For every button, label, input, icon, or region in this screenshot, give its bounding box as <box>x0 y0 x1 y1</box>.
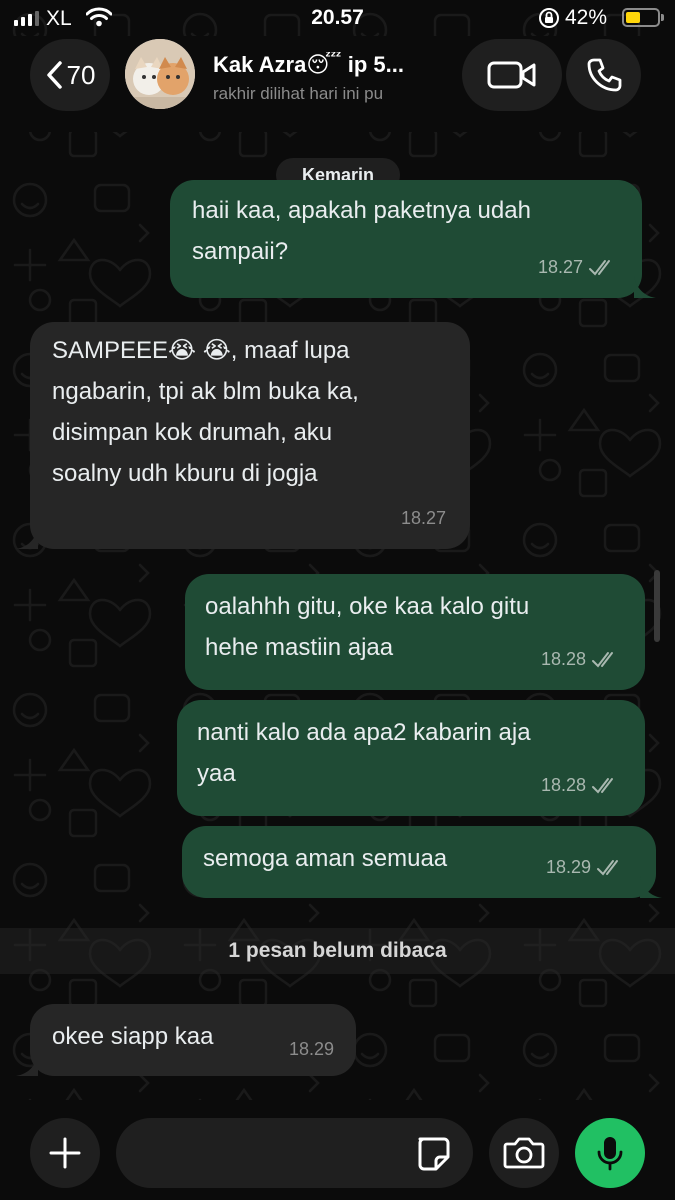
message-bubble-outgoing[interactable]: semoga aman semuaa 18.29 <box>182 826 662 898</box>
chevron-left-icon <box>46 61 62 89</box>
bubble-tail <box>634 276 656 298</box>
read-ticks-icon <box>597 859 618 876</box>
battery-percent: 42% <box>565 6 608 29</box>
message-meta: 18.29 <box>289 1029 334 1070</box>
message-bubble-outgoing[interactable]: nanti kalo ada apa2 kabarin aja yaa 18.2… <box>177 700 645 816</box>
phone-icon <box>587 58 621 92</box>
voice-call-button[interactable] <box>566 39 641 111</box>
message-time: 18.28 <box>540 649 586 669</box>
message-text-line: nanti kalo ada apa2 kabarin aja <box>197 719 531 746</box>
sticker-button[interactable] <box>414 1135 452 1173</box>
bubble-tail <box>16 1054 38 1076</box>
message-text-line: SAMPEEE😭 😭, maaf lupa <box>52 337 350 364</box>
message-list[interactable]: Kemarin haii kaa, apakah paketnya udah s… <box>0 132 675 1100</box>
attach-button[interactable] <box>30 1118 100 1188</box>
message-time: 18.29 <box>545 857 591 877</box>
message-meta: 18.28 <box>541 765 621 806</box>
contact-name[interactable]: Kak Azra😴 ip 5... <box>213 52 443 78</box>
message-time: 18.27 <box>537 257 583 277</box>
voice-message-button[interactable] <box>575 1118 645 1188</box>
read-ticks-icon <box>589 259 610 276</box>
message-meta: 18.27 <box>538 247 618 288</box>
battery-icon <box>622 8 664 27</box>
message-meta: 18.28 <box>541 639 621 680</box>
message-bubble-incoming[interactable]: SAMPEEE😭 😭, maaf lupa ngabarin, tpi ak b… <box>16 322 470 549</box>
rotation-lock-icon <box>538 7 560 35</box>
message-text-line: oalahhh gitu, oke kaa kalo gitu <box>205 593 530 620</box>
message-text-line: disimpan kok drumah, aku <box>52 419 333 446</box>
unread-chats-count: 70 <box>66 59 96 90</box>
camera-button[interactable] <box>489 1118 559 1188</box>
video-call-button[interactable] <box>462 39 562 111</box>
unread-messages-divider: 1 pesan belum dibaca <box>0 928 675 974</box>
camera-icon <box>503 1137 545 1169</box>
message-time: 18.28 <box>540 775 586 795</box>
read-ticks-icon <box>592 777 613 794</box>
message-bubble-outgoing[interactable]: oalahhh gitu, oke kaa kalo gitu hehe mas… <box>185 574 645 690</box>
chat-header: 70 Kak Azra😴 ip 5... rakhir dilihat hari… <box>0 36 675 132</box>
message-bubble-outgoing[interactable]: haii kaa, apakah paketnya udah sampaii? … <box>170 180 656 298</box>
message-meta: 18.29 <box>546 847 626 888</box>
microphone-icon <box>597 1137 623 1171</box>
contact-avatar[interactable] <box>125 39 195 109</box>
last-seen-status: rakhir dilihat hari ini pu <box>213 84 384 103</box>
bubble-tail <box>640 876 662 898</box>
message-text-line: ngabarin, tpi ak blm buka ka, <box>52 378 359 405</box>
read-ticks-icon <box>592 651 613 668</box>
message-text-line: soalny udh kburu di jogja <box>52 460 318 487</box>
composer-bar <box>0 1100 675 1200</box>
status-bar: XL 20.57 42% <box>0 0 675 36</box>
message-text-line: haii kaa, apakah paketnya udah <box>192 197 531 224</box>
message-meta: 18.27 <box>401 498 446 539</box>
plus-icon <box>49 1137 81 1169</box>
bubble-tail <box>16 527 38 549</box>
message-time: 18.27 <box>400 508 446 528</box>
scrollbar[interactable] <box>654 570 660 642</box>
message-time: 18.29 <box>288 1039 334 1059</box>
video-camera-icon <box>487 61 536 89</box>
back-button[interactable]: 70 <box>30 39 110 111</box>
sticker-icon <box>418 1137 450 1171</box>
message-bubble-incoming[interactable]: okee siapp kaa 18.29 <box>16 1004 356 1076</box>
